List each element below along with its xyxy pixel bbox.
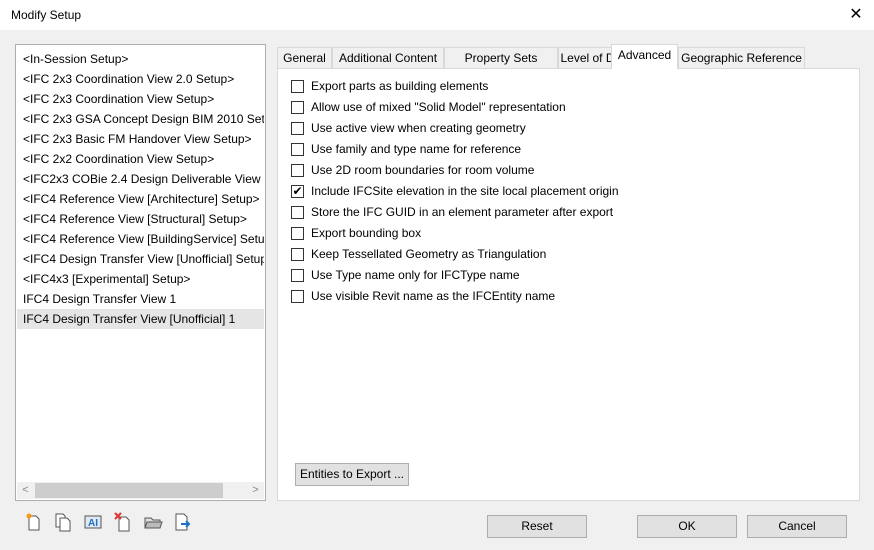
- option-row[interactable]: Keep Tessellated Geometry as Triangulati…: [291, 245, 546, 263]
- scrollbar-thumb[interactable]: [35, 483, 223, 498]
- scroll-right-icon[interactable]: >: [247, 482, 264, 499]
- checkbox[interactable]: [291, 163, 304, 177]
- option-label: Export parts as building elements: [311, 79, 489, 93]
- tab-additional-content[interactable]: Additional Content: [332, 47, 444, 69]
- setup-list-item[interactable]: <IFC 2x3 Coordination View Setup>: [17, 89, 264, 109]
- option-label: Use active view when creating geometry: [311, 121, 526, 135]
- option-row[interactable]: Export bounding box: [291, 224, 421, 242]
- tab-general[interactable]: General: [277, 47, 332, 69]
- option-label: Allow use of mixed "Solid Model" represe…: [311, 100, 566, 114]
- setup-list-item[interactable]: <IFC 2x3 Basic FM Handover View Setup>: [17, 129, 264, 149]
- option-row[interactable]: Use Type name only for IFCType name: [291, 266, 520, 284]
- checkbox[interactable]: [291, 268, 304, 282]
- checkbox[interactable]: [291, 121, 304, 135]
- delete-setup-icon[interactable]: [113, 512, 133, 532]
- horizontal-scrollbar[interactable]: < >: [17, 482, 264, 499]
- option-label: Store the IFC GUID in an element paramet…: [311, 205, 614, 219]
- setup-list-item[interactable]: <IFC 2x2 Coordination View Setup>: [17, 149, 264, 169]
- svg-text:AI: AI: [88, 518, 98, 529]
- tab-geographic-reference[interactable]: Geographic Reference: [678, 47, 805, 69]
- tab-advanced[interactable]: Advanced: [611, 44, 678, 69]
- option-row[interactable]: Use visible Revit name as the IFCEntity …: [291, 287, 555, 305]
- option-row[interactable]: Use family and type name for reference: [291, 140, 521, 158]
- option-row[interactable]: Use 2D room boundaries for room volume: [291, 161, 534, 179]
- setup-list-item[interactable]: <IFC4 Reference View [Structural] Setup>: [17, 209, 264, 229]
- option-row[interactable]: Use active view when creating geometry: [291, 119, 526, 137]
- setup-list-item[interactable]: <IFC4 Reference View [Architecture] Setu…: [17, 189, 264, 209]
- rename-setup-icon[interactable]: AI: [83, 512, 103, 532]
- advanced-panel: Entities to Export ... Export parts as b…: [277, 68, 860, 501]
- import-setup-icon[interactable]: [143, 512, 163, 532]
- option-label: Use visible Revit name as the IFCEntity …: [311, 289, 556, 303]
- checkbox[interactable]: [291, 289, 304, 303]
- setup-list-item[interactable]: <IFC4 Design Transfer View [Unofficial] …: [17, 249, 264, 269]
- option-row[interactable]: Store the IFC GUID in an element paramet…: [291, 203, 613, 221]
- entities-to-export-button[interactable]: Entities to Export ...: [295, 463, 409, 486]
- option-label: Use Type name only for IFCType name: [311, 268, 520, 282]
- option-row[interactable]: Allow use of mixed "Solid Model" represe…: [291, 98, 566, 116]
- setup-list-item[interactable]: <IFC 2x3 Coordination View 2.0 Setup>: [17, 69, 264, 89]
- ok-button[interactable]: OK: [637, 515, 737, 538]
- setup-list-item[interactable]: <In-Session Setup>: [17, 49, 264, 69]
- option-row[interactable]: Export parts as building elements: [291, 77, 488, 95]
- checkbox[interactable]: [291, 79, 304, 93]
- close-icon[interactable]: ✕: [846, 4, 866, 24]
- setup-list-item[interactable]: <IFC4 Reference View [BuildingService] S…: [17, 229, 264, 249]
- setup-list[interactable]: < > <In-Session Setup> <IFC 2x3 Coordinat…: [15, 44, 266, 501]
- checkbox[interactable]: [291, 226, 304, 240]
- checkbox[interactable]: [291, 100, 304, 114]
- setup-list-item[interactable]: IFC4 Design Transfer View 1: [17, 289, 264, 309]
- title-bar: Modify Setup ✕: [0, 0, 874, 30]
- duplicate-setup-icon[interactable]: [53, 512, 73, 532]
- setup-list-item[interactable]: <IFC2x3 COBie 2.4 Design Deliverable Vie…: [17, 169, 264, 189]
- option-label: Use family and type name for reference: [311, 142, 522, 156]
- option-label: Export bounding box: [311, 226, 422, 240]
- setup-list-item[interactable]: <IFC4x3 [Experimental] Setup>: [17, 269, 264, 289]
- scroll-left-icon[interactable]: <: [17, 482, 34, 499]
- option-row[interactable]: ✔ Include IFCSite elevation in the site l…: [291, 182, 619, 200]
- option-label: Use 2D room boundaries for room volume: [311, 163, 535, 177]
- tab-property-sets[interactable]: Property Sets: [444, 47, 558, 69]
- checkbox[interactable]: [291, 205, 304, 219]
- new-setup-icon[interactable]: [24, 512, 44, 532]
- window-title: Modify Setup: [11, 8, 82, 22]
- setup-list-item[interactable]: <IFC 2x3 GSA Concept Design BIM 2010 Set…: [17, 109, 264, 129]
- cancel-button[interactable]: Cancel: [747, 515, 847, 538]
- checkbox-checked[interactable]: ✔: [291, 184, 304, 198]
- reset-button[interactable]: Reset: [487, 515, 587, 538]
- checkbox[interactable]: [291, 142, 304, 156]
- setup-list-item[interactable]: IFC4 Design Transfer View [Unofficial] 1: [17, 309, 264, 329]
- option-label: Keep Tessellated Geometry as Triangulati…: [311, 247, 547, 261]
- option-label: Include IFCSite elevation in the site lo…: [311, 184, 619, 198]
- export-setup-icon[interactable]: [173, 512, 193, 532]
- checkbox[interactable]: [291, 247, 304, 261]
